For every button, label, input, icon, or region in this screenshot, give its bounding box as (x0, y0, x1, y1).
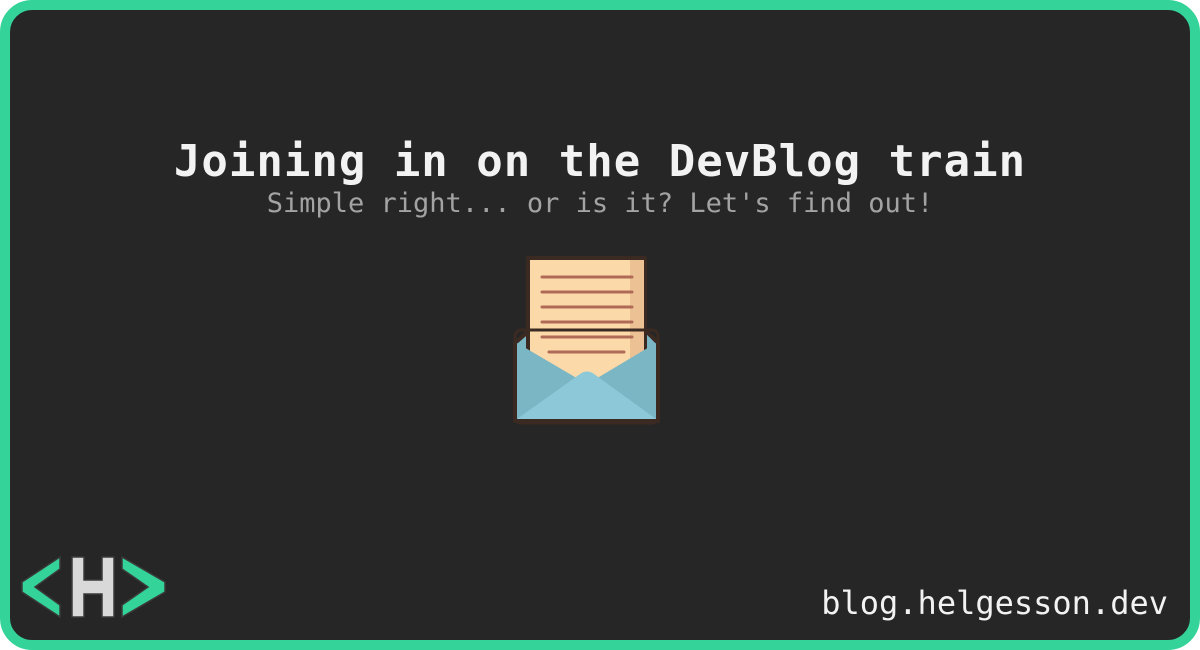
blog-url[interactable]: blog.helgesson.dev (821, 584, 1168, 622)
logo-letter-h (71, 556, 115, 618)
site-logo (21, 555, 166, 619)
logo-right-bracket (121, 555, 166, 619)
logo-left-bracket (21, 555, 61, 619)
